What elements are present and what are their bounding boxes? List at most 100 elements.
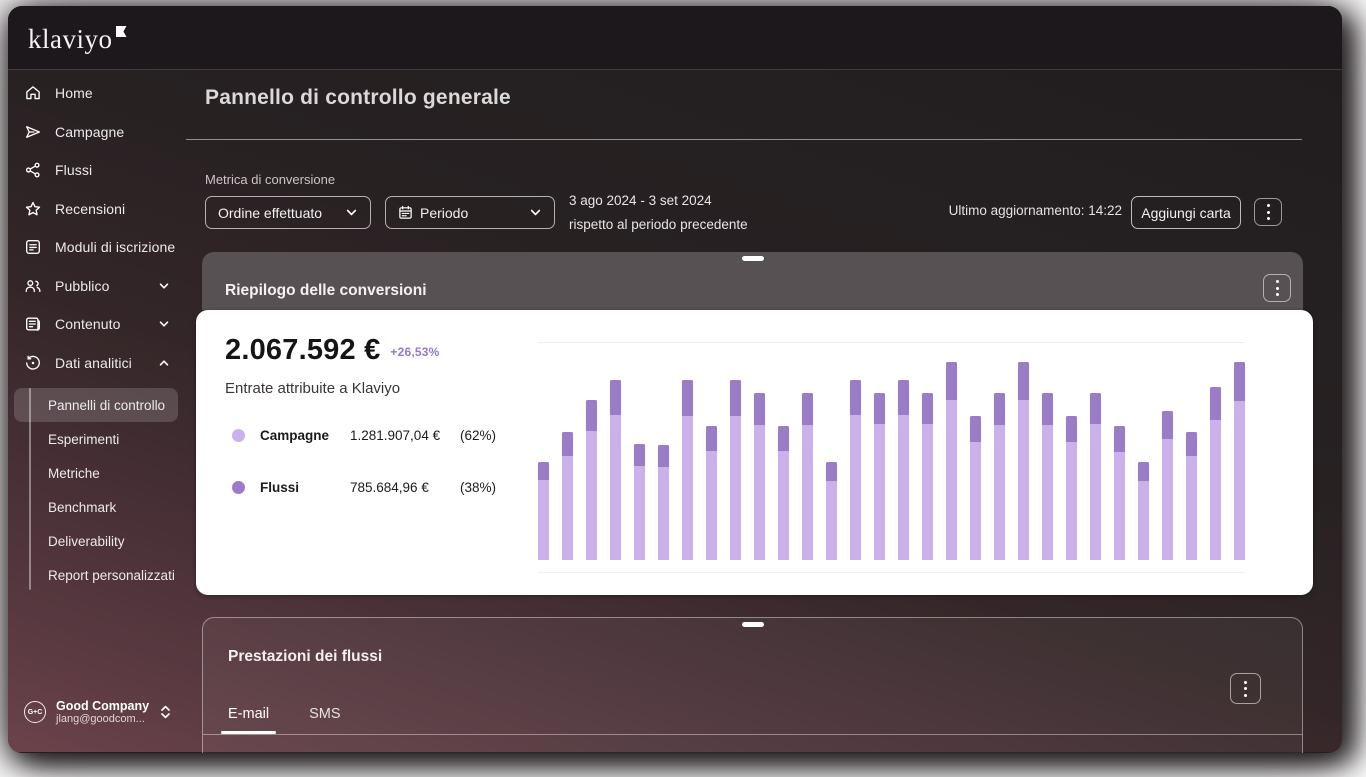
sidebar-item-label: Contenuto: [55, 316, 121, 333]
period-dropdown[interactable]: Periodo: [385, 196, 555, 229]
date-range-block: 3 ago 2024 - 3 set 2024 rispetto al peri…: [569, 189, 748, 237]
bar: [562, 432, 573, 560]
revenue-subtitle: Entrate attribuite a Klaviyo: [225, 380, 401, 397]
sidebar-subitem-esperimenti[interactable]: Esperimenti: [14, 422, 178, 456]
bar: [706, 426, 717, 560]
legend-percent: (38%): [460, 480, 497, 495]
sidebar-item-moduli-di-iscrizione[interactable]: Moduli di iscrizione: [8, 228, 186, 267]
subitem-label: Pannelli di controllo: [48, 397, 166, 413]
sidebar-item-dati-analitici[interactable]: Dati analitici: [8, 344, 186, 383]
bar: [1138, 462, 1149, 560]
bar: [1042, 393, 1053, 560]
date-range: 3 ago 2024 - 3 set 2024: [569, 193, 712, 208]
bar: [994, 393, 1005, 560]
total-revenue: 2.067.592 € +26,53%: [225, 334, 440, 367]
window-body: Home Campagne Flussi Recensioni Moduli d…: [8, 70, 1342, 753]
sidebar-item-contenuto[interactable]: Contenuto: [8, 305, 186, 344]
chevron-down-icon: [529, 206, 542, 219]
dropdown-value: Ordine effettuato: [218, 204, 323, 221]
send-icon: [24, 123, 42, 141]
sidebar-item-label: Dati analitici: [55, 354, 132, 371]
flows-card-title: Prestazioni dei flussi: [228, 648, 383, 665]
bar: [1186, 432, 1197, 560]
bar: [946, 362, 957, 560]
chevron-down-icon: [158, 318, 170, 330]
dropdown-value: Periodo: [420, 204, 469, 221]
bar: [586, 400, 597, 560]
sidebar-item-label: Pubblico: [55, 277, 110, 294]
last-updated: Ultimo aggiornamento: 14:22: [948, 203, 1122, 218]
title-divider: [186, 139, 1302, 140]
people-icon: [24, 277, 42, 295]
content-icon: [24, 315, 42, 333]
legend-value: 785.684,96 €: [350, 480, 429, 495]
add-card-button[interactable]: Aggiungi carta: [1131, 196, 1241, 229]
legend-row-campagne: Campagne 1.281.907,04 € (62%): [232, 428, 496, 443]
bar: [754, 393, 765, 560]
page-title: Pannello di controllo generale: [205, 86, 511, 109]
sidebar-item-flussi[interactable]: Flussi: [8, 151, 186, 190]
legend-value: 1.281.907,04 €: [350, 428, 441, 443]
sidebar-subitem-report-personalizzati[interactable]: Report personalizzati: [14, 558, 178, 592]
topbar: klaviyo: [8, 6, 1342, 70]
flows-card: Prestazioni dei flussi E-mail SMS: [202, 617, 1303, 753]
sidebar-subitem-deliverability[interactable]: Deliverability: [14, 524, 178, 558]
conversion-card-body: 2.067.592 € +26,53% Entrate attribuite a …: [196, 310, 1313, 595]
sidebar-item-home[interactable]: Home: [8, 74, 186, 113]
klaviyo-flag-icon: [115, 26, 127, 37]
delta-badge: +26,53%: [390, 345, 440, 359]
legend-percent: (62%): [460, 428, 497, 443]
form-icon: [24, 238, 42, 256]
conversion-card-title: Riepilogo delle conversioni: [225, 282, 427, 299]
date-compare: rispetto al periodo precedente: [569, 217, 748, 232]
account-switcher[interactable]: G+C Good Company jlang@goodcom...: [8, 699, 186, 752]
subitem-label: Esperimenti: [48, 431, 120, 447]
tab-sms[interactable]: SMS: [302, 694, 347, 734]
bar: [1090, 393, 1101, 560]
analytics-icon: [24, 354, 42, 372]
flows-card-kebab-button[interactable]: [1230, 673, 1261, 704]
conversion-card-kebab-button[interactable]: [1263, 274, 1291, 302]
sidebar-item-pubblico[interactable]: Pubblico: [8, 267, 186, 306]
legend-row-flussi: Flussi 785.684,96 € (38%): [232, 480, 496, 495]
legend-name: Flussi: [260, 480, 300, 495]
tab-email[interactable]: E-mail: [221, 694, 277, 734]
bar: [634, 444, 645, 560]
klaviyo-logo[interactable]: klaviyo: [28, 24, 127, 55]
flows-card-divider: [203, 734, 1302, 735]
bar: [658, 445, 669, 560]
drag-handle[interactable]: [741, 622, 764, 627]
main-content: Pannello di controllo generale Metrica d…: [186, 70, 1342, 753]
tab-label: SMS: [309, 706, 341, 722]
drag-handle[interactable]: [741, 256, 764, 261]
sidebar-item-recensioni[interactable]: Recensioni: [8, 190, 186, 229]
bar: [610, 380, 621, 560]
sidebar: Home Campagne Flussi Recensioni Moduli d…: [8, 70, 186, 752]
analytics-subnav: Pannelli di controllo Esperimenti Metric…: [8, 388, 186, 592]
conversion-metric-dropdown[interactable]: Ordine effettuato: [205, 196, 371, 229]
sidebar-subitem-benchmark[interactable]: Benchmark: [14, 490, 178, 524]
sidebar-item-campagne[interactable]: Campagne: [8, 113, 186, 152]
bar: [1210, 387, 1221, 560]
bar: [730, 380, 741, 560]
bar: [1066, 416, 1077, 560]
dashboard-kebab-menu-button[interactable]: [1254, 198, 1282, 226]
bar: [1234, 362, 1245, 560]
stacked-bar-chart: [538, 342, 1245, 573]
bar: [1162, 411, 1173, 560]
bar: [538, 462, 549, 560]
chevron-up-icon: [158, 357, 170, 369]
star-icon: [24, 200, 42, 218]
bar: [970, 416, 981, 560]
sidebar-item-label: Flussi: [55, 162, 93, 179]
total-revenue-value: 2.067.592 €: [225, 334, 381, 366]
sidebar-subitem-metriche[interactable]: Metriche: [14, 456, 178, 490]
sidebar-subitem-pannelli-di-controllo[interactable]: Pannelli di controllo: [14, 388, 178, 422]
bar: [1114, 426, 1125, 560]
home-icon: [24, 84, 42, 102]
conversion-card-header: Riepilogo delle conversioni: [202, 252, 1303, 310]
bar: [850, 380, 861, 560]
bar: [898, 380, 909, 560]
sidebar-nav: Home Campagne Flussi Recensioni Moduli d…: [8, 70, 186, 592]
chevron-updown-icon: [159, 704, 172, 720]
